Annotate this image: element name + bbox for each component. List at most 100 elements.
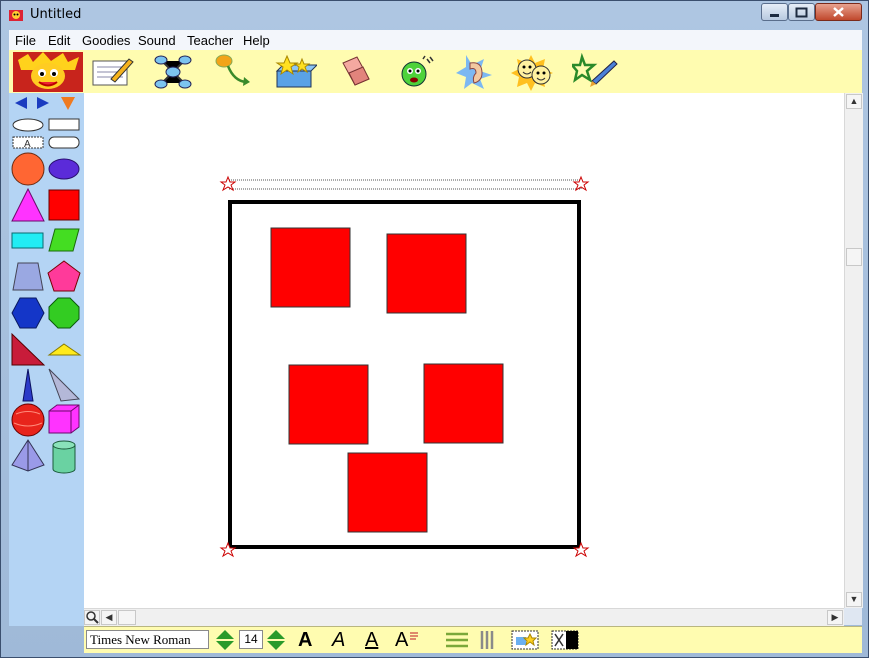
main-toolbar: [9, 50, 862, 94]
tool-eraser[interactable]: [331, 53, 377, 91]
scroll-down-button[interactable]: ▼: [846, 592, 862, 607]
selection-title-box[interactable]: [228, 179, 582, 190]
shape-trapezoid[interactable]: [12, 262, 44, 291]
shape-octagon[interactable]: [48, 297, 80, 329]
scroll-thumb[interactable]: [846, 248, 862, 266]
font-size-stepper[interactable]: [265, 629, 287, 651]
svg-text:A: A: [24, 139, 31, 150]
eraser-icon: [342, 56, 370, 86]
shape-cone[interactable]: [22, 368, 34, 402]
tool-web-diagram[interactable]: [150, 53, 196, 91]
picture-button[interactable]: [511, 629, 539, 651]
text-format-bar: Times New Roman 14 A A A A: [84, 626, 862, 653]
font-name-stepper[interactable]: [214, 629, 236, 651]
menu-sound[interactable]: Sound: [138, 33, 176, 48]
kidspiration-logo[interactable]: [13, 52, 83, 92]
shape-right-triangle[interactable]: [11, 332, 46, 366]
vertical-scrollbar[interactable]: ▲ ▼: [844, 93, 863, 608]
red-square-4[interactable]: [423, 363, 504, 444]
shape-palette: A: [9, 93, 85, 626]
menu-bar: File Edit Goodies Sound Teacher Help: [9, 30, 862, 51]
menu-edit[interactable]: Edit: [48, 33, 70, 48]
shape-cube[interactable]: [48, 404, 80, 434]
shape-obtuse-triangle[interactable]: [47, 343, 82, 356]
web-diagram-icon: [154, 55, 192, 89]
tool-notepad[interactable]: [89, 53, 135, 91]
close-button[interactable]: [815, 3, 862, 21]
shape-square[interactable]: [48, 189, 80, 221]
app-icon: [9, 10, 23, 21]
maximize-icon: [795, 7, 808, 18]
shape-rectangle-text[interactable]: [48, 118, 80, 131]
zoom-button[interactable]: [84, 610, 100, 625]
shape-pentagon[interactable]: [47, 260, 81, 292]
menu-help[interactable]: Help: [243, 33, 270, 48]
up-down-arrows-icon: [216, 630, 234, 650]
line-spacing-button[interactable]: [444, 629, 470, 651]
menu-goodies[interactable]: Goodies: [82, 33, 130, 48]
shape-rectangle[interactable]: [11, 232, 44, 249]
red-square-1[interactable]: [270, 227, 351, 308]
canvas-drawing: [219, 175, 590, 558]
title-bar: Untitled: [1, 1, 868, 29]
font-name-field[interactable]: Times New Roman: [86, 630, 209, 649]
menu-teacher[interactable]: Teacher: [187, 33, 233, 48]
app-window: Untitled File Edit Goodies Sound Teacher…: [0, 0, 869, 658]
shape-oval-text[interactable]: [12, 118, 44, 132]
minimize-icon: [770, 14, 779, 17]
tool-listen[interactable]: [452, 53, 498, 91]
lines-small-icon: [410, 632, 418, 640]
red-square-3[interactable]: [288, 364, 369, 445]
shape-pyramid[interactable]: [11, 439, 45, 472]
scroll-up-button[interactable]: ▲: [846, 94, 862, 109]
selection-handle-icon[interactable]: [219, 541, 237, 558]
shape-sphere[interactable]: [11, 403, 45, 437]
text-size-button[interactable]: A: [395, 629, 421, 651]
column-button[interactable]: [479, 629, 499, 651]
shape-hexagon[interactable]: [11, 297, 45, 329]
palette-dropdown-icon[interactable]: [61, 97, 75, 110]
font-size-field[interactable]: 14: [239, 630, 263, 649]
tool-paint[interactable]: [569, 52, 618, 91]
palette-forward-arrow-icon[interactable]: [37, 97, 49, 109]
underline-button[interactable]: A: [365, 629, 387, 651]
horizontal-scroll-thumb[interactable]: [118, 610, 136, 625]
maximize-button[interactable]: [788, 3, 815, 21]
horizontal-scrollbar[interactable]: ◀ ▶: [84, 608, 844, 626]
italic-button[interactable]: A: [332, 629, 354, 651]
tool-speak[interactable]: [392, 53, 438, 91]
shape-label-text[interactable]: A: [12, 136, 44, 150]
shape-circle[interactable]: [11, 152, 45, 186]
selection-handle-icon[interactable]: [572, 541, 590, 558]
text-size-label: A: [395, 629, 409, 651]
selection-handle-icon[interactable]: [219, 175, 237, 192]
scroll-left-button[interactable]: ◀: [101, 610, 117, 625]
palette-back-arrow-icon[interactable]: [15, 97, 27, 109]
goodies-box-icon: [275, 54, 319, 88]
drawing-canvas[interactable]: [84, 93, 844, 608]
paintbrush-icon: [569, 52, 618, 87]
shape-triangle[interactable]: [11, 187, 45, 222]
faces-icon: [511, 55, 553, 91]
tool-faces[interactable]: [511, 53, 557, 91]
scrollbar-corner: [844, 608, 862, 625]
up-down-arrows-icon: [267, 630, 285, 650]
red-square-5[interactable]: [347, 452, 428, 533]
shape-cylinder[interactable]: [52, 440, 76, 474]
menu-file[interactable]: File: [15, 33, 36, 48]
red-square-2[interactable]: [386, 233, 467, 314]
bold-button[interactable]: A: [298, 629, 320, 651]
tool-link[interactable]: [210, 53, 256, 91]
shape-parallelogram[interactable]: [48, 228, 80, 252]
minimize-button[interactable]: [761, 3, 788, 21]
shape-ellipse[interactable]: [48, 158, 80, 180]
scroll-right-button[interactable]: ▶: [827, 610, 843, 625]
arrow-link-icon: [215, 54, 250, 86]
shape-rounded-rect-text[interactable]: [48, 136, 80, 149]
shape-pyramid-slice[interactable]: [48, 368, 81, 402]
bold-label: A: [298, 629, 313, 651]
fill-button[interactable]: [551, 629, 579, 651]
fill-icon: [551, 630, 579, 650]
tool-goodies[interactable]: [271, 53, 319, 91]
columns-icon: [480, 631, 494, 649]
